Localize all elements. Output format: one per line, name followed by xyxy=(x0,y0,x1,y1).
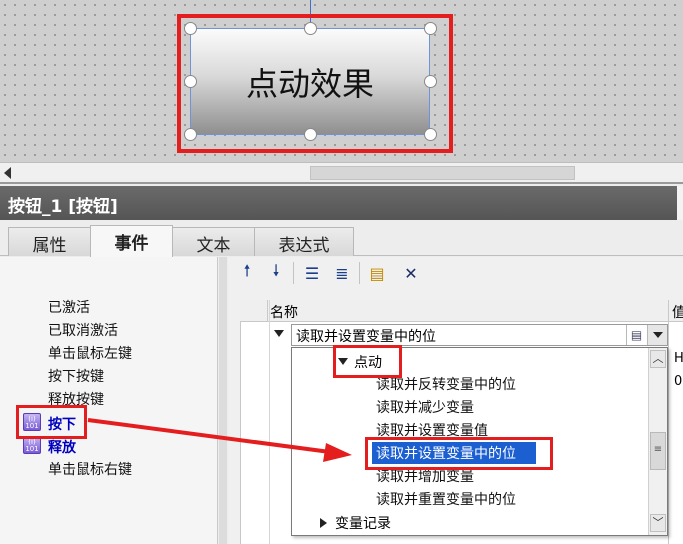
toolbar-separator xyxy=(293,262,294,284)
list-view-icon[interactable]: ▤ xyxy=(626,325,646,345)
event-key-press[interactable]: 按下按键 xyxy=(48,366,104,386)
dropdown-arrow-icon[interactable] xyxy=(647,325,667,345)
event-deactivated[interactable]: 已取消激活 xyxy=(48,320,118,340)
toolbar-separator xyxy=(359,262,360,284)
annotation-highlight-selection xyxy=(365,437,553,470)
column-header-name[interactable]: 名称 xyxy=(270,302,298,322)
inspector-title-bar: 按钮_1 [按钮] xyxy=(0,186,683,220)
dropdown-option[interactable]: 读取并减少变量 xyxy=(376,397,474,417)
event-list xyxy=(0,257,218,544)
event-right-click[interactable]: 单击鼠标右键 xyxy=(48,459,132,479)
collapse-all-icon[interactable]: ☰ xyxy=(301,262,323,284)
tab-expressions[interactable]: 表达式 xyxy=(254,227,354,256)
annotation-highlight-button xyxy=(177,14,453,153)
tab-events[interactable]: 事件 xyxy=(90,225,173,257)
delete-icon[interactable]: ✕ xyxy=(400,262,422,284)
tab-properties[interactable]: 属性 xyxy=(8,227,91,256)
column-header-value[interactable]: 值 xyxy=(672,302,683,322)
scroll-down-icon[interactable]: ﹀ xyxy=(650,514,666,532)
scrollbar-thumb[interactable] xyxy=(310,166,575,180)
scroll-up-icon[interactable]: ︿ xyxy=(650,350,666,368)
tab-texts[interactable]: 文本 xyxy=(172,227,255,256)
annotation-highlight-press xyxy=(16,405,87,439)
canvas-horizontal-scrollbar[interactable] xyxy=(0,162,683,184)
dropdown-option[interactable]: 读取并重置变量中的位 xyxy=(376,489,516,509)
inspector-tabs: 属性 事件 文本 表达式 xyxy=(0,220,683,257)
move-up-icon[interactable]: 🠕 xyxy=(236,261,258,284)
value-cell: 0 xyxy=(674,374,683,389)
row-expand-icon[interactable] xyxy=(274,330,284,337)
group-node-tag-logging[interactable]: 变量记录 xyxy=(320,513,391,533)
header-divider xyxy=(668,300,669,322)
event-release[interactable]: 释放 xyxy=(48,437,76,457)
function-select-value: 读取并设置变量中的位 xyxy=(296,329,436,345)
annotation-highlight-group xyxy=(333,345,402,378)
expand-all-icon[interactable]: ≣ xyxy=(331,262,353,284)
event-activated[interactable]: 已激活 xyxy=(48,297,90,317)
scrollbar-thumb[interactable]: ≡ xyxy=(650,432,666,470)
value-cell: H xyxy=(674,351,683,366)
dropdown-scrollbar[interactable]: ︿ ≡ ﹀ xyxy=(648,348,667,535)
header-divider xyxy=(267,300,268,322)
event-left-click[interactable]: 单击鼠标左键 xyxy=(48,343,132,363)
panel-splitter[interactable] xyxy=(219,257,227,544)
script-icon[interactable]: ▤ xyxy=(366,262,388,284)
inspector-title-edge xyxy=(677,186,683,220)
collapse-triangle-icon xyxy=(320,518,327,528)
move-down-icon[interactable]: 🠗 xyxy=(265,261,287,284)
inspector-title: 按钮_1 [按钮] xyxy=(8,197,118,217)
grid-header: 名称 值 xyxy=(240,300,683,322)
scroll-left-icon[interactable] xyxy=(4,167,11,179)
